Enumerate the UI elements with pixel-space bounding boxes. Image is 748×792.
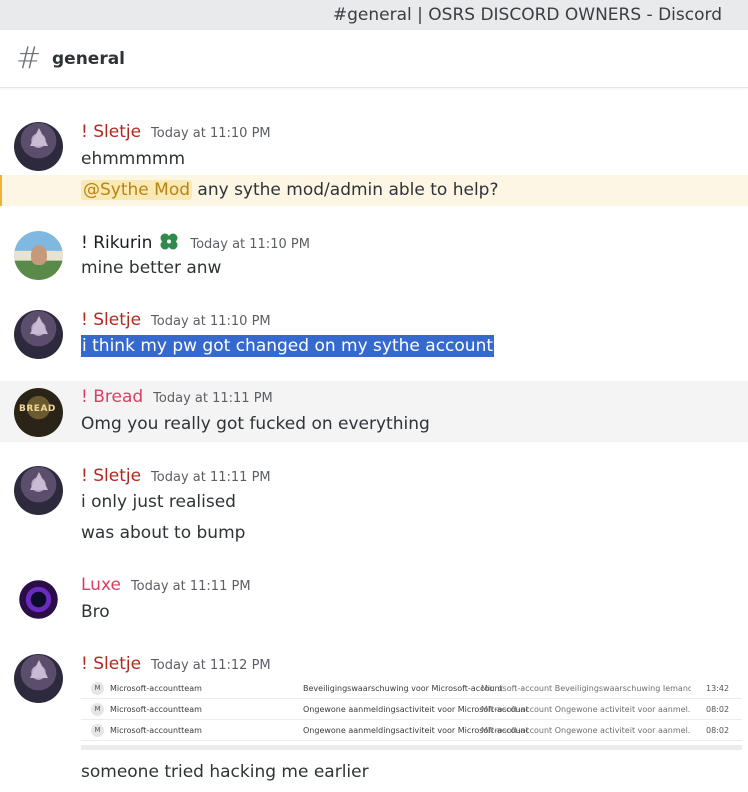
timestamp: Today at 11:10 PM — [151, 126, 271, 141]
author-name-text[interactable]: ! Sletje — [81, 310, 141, 330]
timestamp: Today at 11:10 PM — [151, 314, 271, 329]
channel-name[interactable]: general — [52, 49, 125, 69]
mail-avatar-icon: M — [91, 724, 104, 737]
role-mention[interactable]: @Sythe Mod — [81, 180, 193, 200]
email-sender: Microsoft-accountteam — [110, 726, 202, 735]
window-titlebar: #general | OSRS DISCORD OWNERS - Discord — [0, 0, 748, 30]
email-row: M Microsoft-accountteam Beveiligingswaar… — [81, 678, 742, 699]
clover-icon[interactable] — [158, 231, 180, 251]
author-name-text[interactable]: ! Sletje — [81, 122, 141, 142]
email-time: 08:02 — [706, 726, 730, 735]
avatar[interactable] — [14, 310, 63, 359]
email-time: 13:42 — [706, 684, 730, 693]
email-preview: Microsoft-account Ongewone activiteit vo… — [481, 726, 691, 735]
author-name[interactable]: ! Sletje Today at 11:10 PM — [81, 122, 271, 142]
email-preview: Microsoft-account Ongewone activiteit vo… — [481, 705, 691, 714]
message-text: mine better anw — [81, 258, 222, 278]
author-name[interactable]: ! Rikurin Today at 11:10 PM — [81, 231, 310, 253]
author-name[interactable]: ! Sletje Today at 11:10 PM — [81, 310, 271, 330]
author-name[interactable]: Luxe Today at 11:11 PM — [81, 575, 251, 595]
message-text-rest: any sythe mod/admin able to help? — [192, 180, 499, 200]
timestamp: Today at 11:11 PM — [151, 470, 271, 485]
avatar[interactable] — [14, 122, 63, 171]
avatar[interactable] — [14, 388, 63, 437]
email-row: M Microsoft-accountteam Ongewone aanmeld… — [81, 699, 742, 720]
avatar[interactable] — [14, 231, 63, 280]
mail-avatar-icon: M — [91, 703, 104, 716]
email-sender: Microsoft-accountteam — [110, 705, 202, 714]
author-name-text[interactable]: ! Sletje — [81, 654, 141, 674]
author-name-text[interactable]: ! Sletje — [81, 466, 141, 486]
avatar[interactable] — [14, 466, 63, 515]
author-name-text[interactable]: Luxe — [81, 575, 121, 595]
message-text: someone tried hacking me earlier — [81, 762, 369, 782]
email-row: M Microsoft-accountteam Ongewone aanmeld… — [81, 720, 742, 741]
email-subject: Beveiligingswaarschuwing voor Microsoft-… — [303, 684, 503, 693]
message-text: i only just realised — [81, 492, 236, 512]
window-title: #general | OSRS DISCORD OWNERS - Discord — [332, 5, 722, 25]
email-time: 08:02 — [706, 705, 730, 714]
author-name[interactable]: ! Sletje Today at 11:11 PM — [81, 466, 271, 486]
previous-message-fragment — [0, 88, 748, 92]
mail-avatar-icon: M — [91, 682, 104, 695]
author-name[interactable]: ! Bread Today at 11:11 PM — [81, 387, 273, 407]
message-text: ehmmmmm — [81, 149, 186, 169]
timestamp: Today at 11:10 PM — [190, 237, 310, 252]
timestamp: Today at 11:11 PM — [153, 391, 273, 406]
selected-text: i think my pw got changed on my sythe ac… — [81, 335, 495, 357]
author-name[interactable]: ! Sletje Today at 11:12 PM — [81, 654, 271, 674]
email-preview: Microsoft-account Beveiligingswaarschuwi… — [481, 684, 691, 693]
timestamp: Today at 11:11 PM — [130, 579, 251, 594]
message-text: i think my pw got changed on my sythe ac… — [81, 335, 495, 357]
timestamp: Today at 11:12 PM — [151, 658, 271, 673]
message-text: Omg you really got fucked on everything — [81, 414, 430, 434]
message-text: was about to bump — [81, 523, 246, 543]
message-text: @Sythe Mod any sythe mod/admin able to h… — [81, 180, 498, 200]
avatar[interactable] — [14, 654, 63, 703]
hashtag-icon: # — [16, 40, 42, 76]
email-sender: Microsoft-accountteam — [110, 684, 202, 693]
avatar[interactable] — [14, 575, 63, 624]
image-attachment[interactable]: M Microsoft-accountteam Beveiligingswaar… — [81, 678, 742, 750]
channel-header: # general — [0, 30, 748, 88]
author-name-text[interactable]: ! Bread — [81, 387, 143, 407]
author-name-text[interactable]: ! Rikurin — [81, 233, 152, 253]
message-text: Bro — [81, 602, 110, 622]
message-list[interactable]: ! Sletje Today at 11:10 PM ehmmmmm @Sythe… — [0, 88, 748, 792]
